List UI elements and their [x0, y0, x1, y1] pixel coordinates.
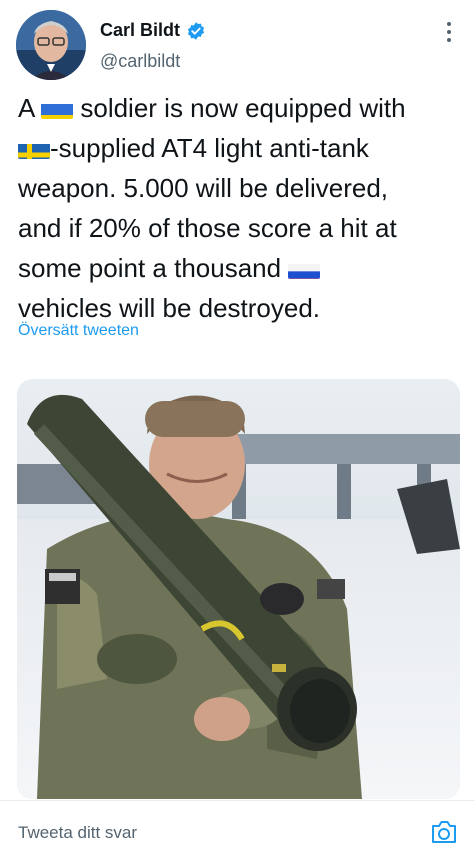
russia-flag-icon [288, 257, 320, 279]
avatar[interactable] [16, 10, 86, 80]
reply-input[interactable]: Tweeta ditt svar [18, 823, 137, 843]
author-name[interactable]: Carl Bildt [100, 20, 180, 41]
ukraine-flag-icon [41, 97, 73, 119]
tweet-header: Carl Bildt @carlbildt [0, 0, 474, 92]
tweet-text-part: A [18, 93, 41, 123]
translate-tweet-link[interactable]: Översätt tweeten [18, 322, 139, 340]
tweet-media-image[interactable] [17, 379, 460, 799]
camera-icon[interactable] [430, 819, 458, 845]
tweet-text-part: -supplied AT4 light anti-tank weapon. 5.… [18, 133, 397, 283]
tweet-text-part: vehicles will be destroyed. [18, 293, 320, 323]
reply-bar: Tweeta ditt svar [0, 800, 474, 850]
verified-badge-icon [186, 21, 206, 41]
tweet-text: A soldier is now equipped with -supplied… [18, 88, 464, 328]
author-handle[interactable]: @carlbildt [100, 51, 180, 72]
tweet-text-part: soldier is now equipped with [73, 93, 405, 123]
more-options-icon[interactable] [446, 22, 452, 44]
sweden-flag-icon [18, 137, 50, 159]
